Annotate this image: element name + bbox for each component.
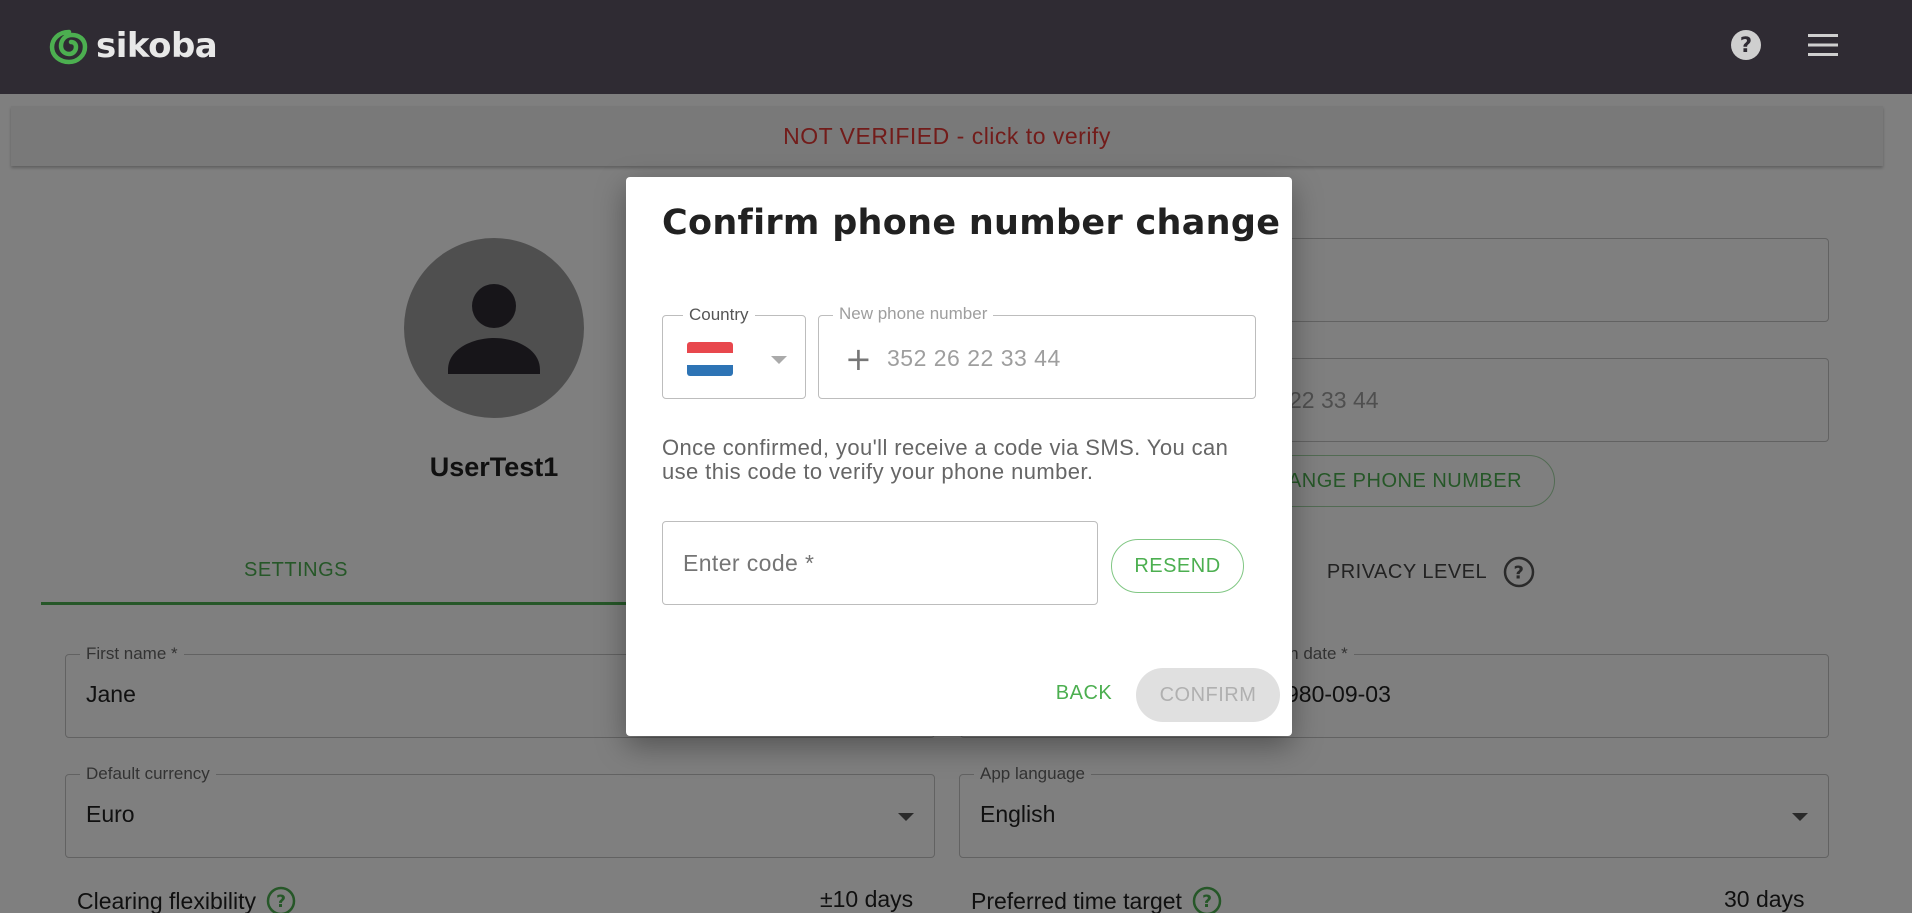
svg-text:?: ? [1740,33,1752,57]
chevron-down-icon [771,356,787,364]
enter-code-input[interactable]: Enter code * [662,521,1098,605]
new-phone-number-placeholder: 352 26 22 33 44 [887,345,1061,371]
plus-icon: + [845,340,872,378]
confirm-phone-dialog: Confirm phone number change Country New … [626,177,1292,736]
logo[interactable]: sikoba [48,26,218,66]
dialog-info-text: Once confirmed, you'll receive a code vi… [662,435,1229,484]
confirm-button[interactable]: CONFIRM [1136,668,1280,722]
dialog-title: Confirm phone number change [662,203,1281,243]
back-button[interactable]: BACK [1036,667,1132,719]
logo-text: sikoba [96,26,218,66]
new-phone-number-label: New phone number [833,304,994,324]
spiral-logo-icon [49,29,88,65]
new-phone-number-field[interactable]: New phone number + 352 26 22 33 44 [818,304,1256,399]
enter-code-placeholder: Enter code * [683,550,815,576]
help-circle-icon[interactable]: ? [1730,29,1762,61]
hamburger-menu-icon[interactable] [1808,33,1838,57]
country-label: Country [683,305,755,325]
resend-button[interactable]: RESEND [1111,539,1244,593]
top-app-bar: sikoba ? [0,0,1912,94]
netherlands-flag-icon [687,342,733,376]
country-select[interactable]: Country [662,305,806,399]
